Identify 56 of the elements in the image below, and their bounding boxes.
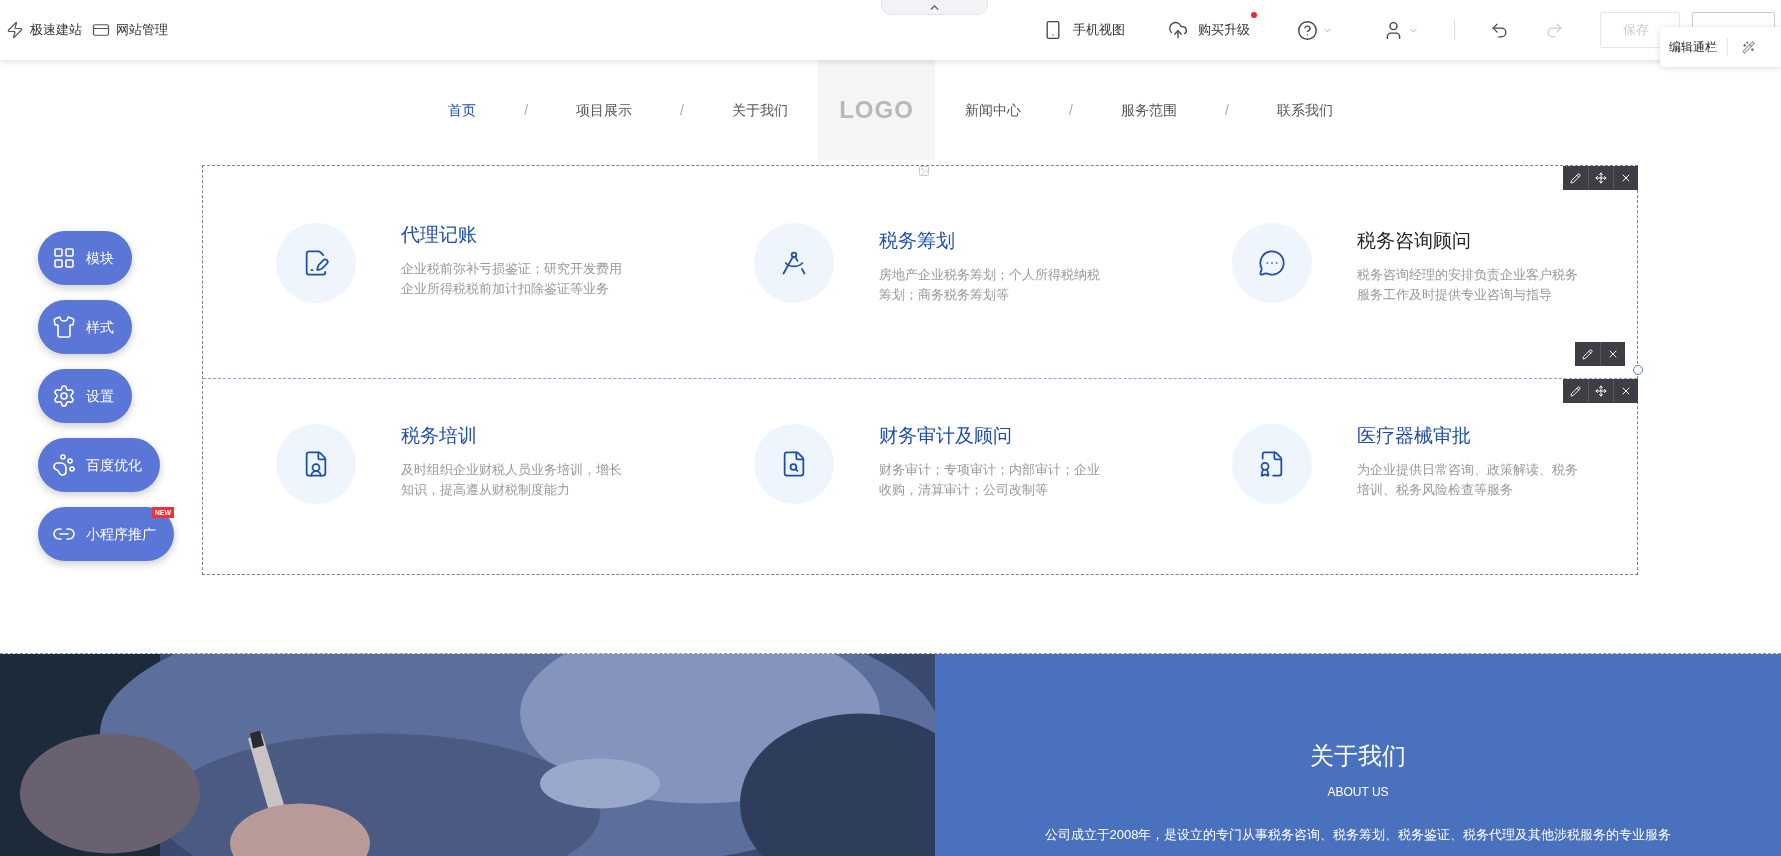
toolbar-button[interactable]: 极速建站 [6,20,82,40]
service-title: 代理记账 [401,223,478,247]
service-title: 财务审计及顾问 [879,424,1013,448]
pencil-icon [1570,385,1581,397]
nav-link[interactable]: 服务范围 [1120,99,1177,121]
magic-wand-icon [1742,40,1755,54]
image-icon [918,165,930,177]
nav-separator: / [680,100,684,120]
cloud-upload-icon [1168,20,1188,40]
service-description: 税务咨询经理的安排负责企业客户税务服务工作及时提供专业咨询与指导 [1357,267,1579,304]
pencil-icon [1570,172,1581,184]
about-title: 关于我们 [1310,741,1406,771]
shirt-icon [52,315,76,339]
logo-text: LOGO [839,95,914,125]
nav-link[interactable]: 新闻中心 [965,99,1021,121]
nav-separator: / [1224,100,1229,120]
paw-icon [52,453,76,477]
nav-link[interactable]: 联系我们 [1276,99,1333,121]
close-icon [1607,348,1619,360]
service-description: 企业税前弥补亏损鉴证；研究开发费用企业所得税税前加计扣除鉴证等业务 [401,261,623,298]
compass-icon [780,249,808,277]
side-menu-button[interactable]: 模块 [38,231,132,285]
toolbar-button[interactable]: 购买升级 [1168,20,1250,40]
card-icon [92,21,110,39]
service-title: 税务咨询顾问 [1357,229,1472,253]
side-menu-button[interactable]: 样式 [38,300,132,354]
close-icon [1620,172,1632,184]
close-icon [1620,385,1632,397]
help-button[interactable] [1297,19,1333,41]
side-menu-button[interactable]: 设置 [38,369,132,423]
toolbar-button[interactable]: 网站管理 [92,20,168,40]
move-icon [1595,385,1607,397]
nav-link[interactable]: 关于我们 [732,99,788,121]
about-subtitle: ABOUT US [1327,784,1389,801]
resize-handle[interactable] [1633,365,1643,375]
service-title: 税务培训 [401,424,478,448]
about-text: 公司成立于2008年，是设立的专门从事税务咨询、税务筹划、税务鉴证、税务代理及其他涉税服务的专业服务 [1044,826,1672,844]
service-title: 税务筹划 [879,229,956,253]
service-description: 房地产企业税务筹划；个人所得税纳税筹划；商务税务筹划等 [879,267,1101,304]
service-description: 及时组织企业财税人员业务培训，增长知识，提高遵从财税制度能力 [401,462,623,499]
side-menu-button[interactable]: 百度优化 [38,438,160,492]
move-icon [1595,172,1607,184]
service-description: 为企业提供日常咨询、政策解读、税务培训、税务风险检查等服务 [1357,462,1579,499]
nav-link[interactable]: 首页 [448,99,477,121]
nav-link[interactable]: 项目展示 [576,99,633,121]
grid-icon [52,246,76,270]
toolbar-button[interactable]: 手机视图 [1043,20,1125,40]
nav-separator: / [1069,100,1073,120]
service-description: 财务审计；专项审计；内部审计；企业收购，清算审计；公司改制等 [879,462,1101,499]
settings-icon [52,384,76,408]
service-title: 医疗器械审批 [1357,424,1472,448]
pencil-icon [1582,348,1593,360]
chat-bubbles-icon [1258,249,1286,277]
nav-separator: / [524,100,529,120]
help-icon [1297,19,1318,41]
bolt-icon [6,21,24,39]
